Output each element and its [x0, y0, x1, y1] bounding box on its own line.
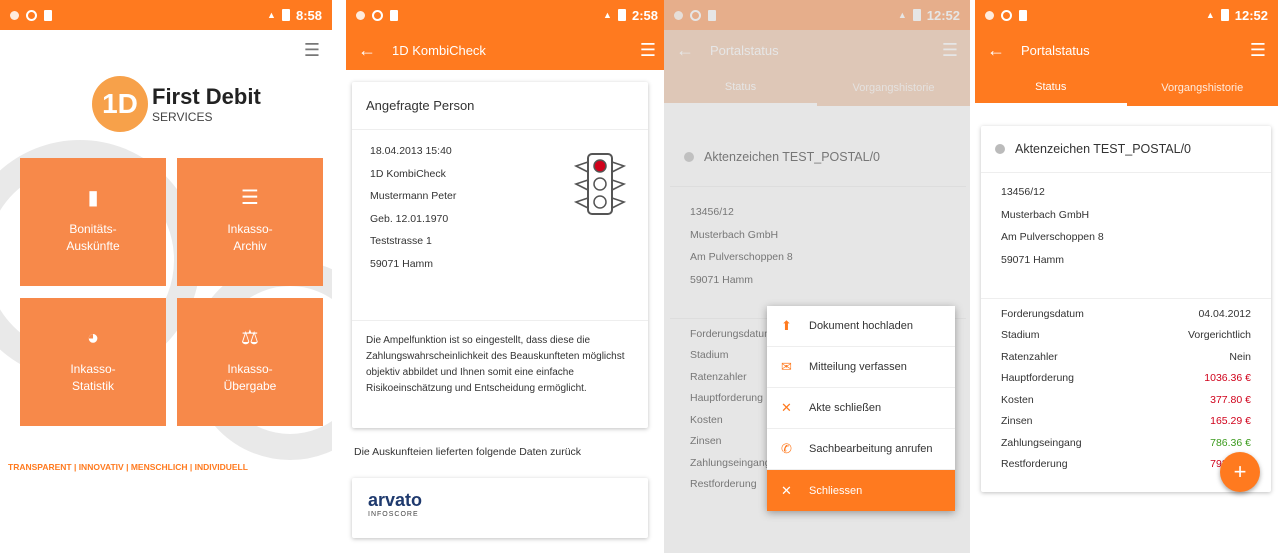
detail-row-hauptforderung: Hauptforderung 1036.36 € — [1001, 372, 1251, 385]
menu-item-dokument-hochladen[interactable]: ⬆ Dokument hochladen — [767, 306, 955, 347]
notification-icon — [356, 10, 365, 20]
detail-row-zinsen: Zinsen 165.29 € — [1001, 415, 1251, 428]
sim-icon — [44, 9, 52, 21]
screen-home: ▲ 8:58 ☰ 1D First Debit SERVICES ▮ Bonitä… — [0, 0, 332, 553]
case-number: Aktenzeichen TEST_POSTAL/0 — [1015, 142, 1192, 156]
card-title: Angefragte Person — [352, 82, 648, 130]
tile-bonitaets-auskuenfte[interactable]: ▮ Bonitäts- Auskünfte — [20, 158, 166, 286]
menu-icon[interactable]: ☰ — [640, 40, 656, 61]
brand-logo: 1D First Debit SERVICES — [92, 76, 261, 132]
status-time: 8:58 — [295, 7, 322, 23]
sim-icon — [390, 9, 398, 21]
detail-row-kosten: Kosten 377.80 € — [1001, 393, 1251, 406]
chip-icon: ▮ — [87, 186, 99, 209]
brand-name: First Debit — [152, 84, 261, 109]
screen-kombicheck: ▲ 2:58 ← 1D KombiCheck ☰ Angefragte Perso… — [346, 0, 668, 553]
menu-item-schliessen[interactable]: ✕ Schliessen — [767, 470, 955, 511]
tab-bar: Status Vorgangshistorie — [975, 70, 1278, 106]
brand-mark: 1D — [92, 76, 148, 132]
list-icon: ☰ — [241, 186, 259, 209]
provider-logo: arvato INFOSCORE — [368, 490, 423, 518]
battery-icon — [281, 9, 290, 21]
back-arrow-icon[interactable]: ← — [358, 40, 376, 61]
screen-portalstatus-menu: ▲ 12:52 ← Portalstatus ☰ Status Vorgangsh… — [664, 0, 970, 553]
page-title: 1D KombiCheck — [392, 42, 486, 58]
menu-item-akte-schliessen[interactable]: ✕ Akte schließen — [767, 388, 955, 429]
back-arrow-icon[interactable]: ← — [987, 40, 1005, 61]
detail-row-ratenzahler: Ratenzahler Nein — [1001, 350, 1251, 363]
sim-icon — [1019, 9, 1027, 21]
sync-icon — [372, 9, 383, 21]
traffic-light-icon — [573, 153, 627, 215]
tab-status[interactable]: Status — [975, 70, 1127, 106]
mail-icon: ✉ — [781, 359, 792, 374]
menu-item-sachbearbeitung-anrufen[interactable]: ✆ Sachbearbeitung anrufen — [767, 429, 955, 470]
menu-icon[interactable]: ☰ — [304, 40, 320, 61]
menu-item-mitteilung-verfassen[interactable]: ✉ Mitteilung verfassen — [767, 347, 955, 388]
signal-icon: ▲ — [1205, 10, 1215, 20]
upload-icon: ⬆ — [781, 318, 792, 333]
app-bar: ← 1D KombiCheck ☰ — [346, 30, 668, 70]
close-icon: ✕ — [781, 482, 792, 498]
screen-portalstatus: ▲ 12:52 ← Portalstatus ☰ Status Vorgangsh… — [975, 0, 1278, 553]
section-label: Die Auskunfteien lieferten folgende Date… — [354, 446, 582, 458]
signal-icon: ▲ — [267, 10, 276, 20]
scales-icon: ⚖ — [241, 326, 259, 349]
traffic-light-description: Die Ampelfunktion ist so eingestellt, da… — [352, 320, 648, 409]
tile-inkasso-uebergabe[interactable]: ⚖ Inkasso- Übergabe — [177, 298, 323, 426]
detail-row-forderungsdatum: Forderungsdatum 04.04.2012 — [1001, 307, 1251, 320]
status-bar: ▲ 2:58 — [346, 0, 668, 30]
phone-icon: ✆ — [781, 441, 792, 456]
sync-icon — [1001, 9, 1012, 21]
case-card: Aktenzeichen TEST_POSTAL/0 13456/12 Must… — [981, 126, 1271, 492]
app-bar: ← Portalstatus ☰ — [975, 30, 1278, 70]
page-title: Portalstatus — [1021, 42, 1090, 58]
close-icon: ✕ — [781, 400, 792, 415]
person-card: Angefragte Person 18.04.2013 15:40 1D Ko… — [352, 82, 648, 428]
signal-icon: ▲ — [603, 10, 612, 20]
fab-add-button[interactable]: + — [1220, 452, 1260, 492]
detail-row-stadium: Stadium Vorgerichtlich — [1001, 329, 1251, 342]
tile-inkasso-archiv[interactable]: ☰ Inkasso- Archiv — [177, 158, 323, 286]
tab-vorgangshistorie[interactable]: Vorgangshistorie — [1127, 70, 1278, 106]
status-time: 12:52 — [1234, 7, 1268, 23]
status-bar: ▲ 8:58 — [0, 0, 332, 30]
action-menu: ⬆ Dokument hochladen ✉ Mitteilung verfasse… — [767, 306, 955, 511]
notification-icon — [10, 10, 19, 20]
status-dot-icon — [995, 144, 1005, 154]
status-time: 2:58 — [631, 7, 658, 23]
sync-icon — [26, 9, 37, 21]
status-bar: ▲ 12:52 — [975, 0, 1278, 30]
notification-icon — [985, 10, 994, 20]
provider-card[interactable]: arvato INFOSCORE — [352, 478, 648, 538]
pie-chart-icon: ◕ — [86, 326, 100, 349]
tagline: TRANSPARENT | INNOVATIV | MENSCHLICH | I… — [8, 462, 248, 472]
battery-icon — [1220, 9, 1229, 21]
tile-inkasso-statistik[interactable]: ◕ Inkasso- Statistik — [20, 298, 166, 426]
case-address: 13456/12 Musterbach GmbH Am Pulverschopp… — [1001, 186, 1104, 266]
battery-icon — [617, 9, 626, 21]
brand-sub: SERVICES — [152, 110, 213, 124]
case-details: Forderungsdatum 04.04.2012 Stadium Vorgeri… — [981, 298, 1271, 475]
menu-icon[interactable]: ☰ — [1250, 40, 1266, 61]
detail-row-zahlungseingang: Zahlungseingang 786.36 € — [1001, 436, 1251, 449]
